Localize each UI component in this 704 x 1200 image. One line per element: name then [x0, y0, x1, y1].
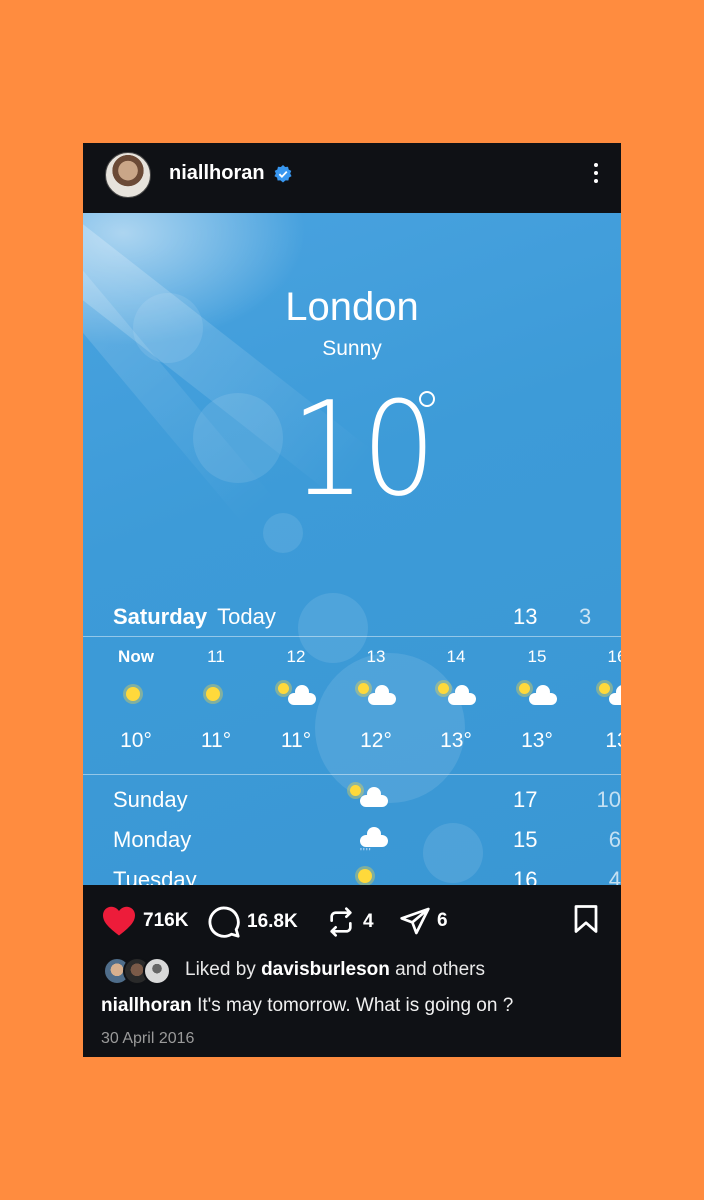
lens-flare	[193, 393, 283, 483]
hourly-item: 13 12°	[346, 647, 406, 753]
daily-low: 4	[608, 867, 621, 885]
rain-cloud-icon: ''''	[338, 823, 398, 859]
heart-icon	[103, 906, 135, 936]
day-name: Saturday	[113, 604, 208, 629]
more-options-icon[interactable]	[591, 160, 601, 190]
sun-icon	[186, 681, 246, 717]
verified-badge-icon	[274, 165, 292, 183]
username[interactable]: niallhoran	[169, 162, 265, 185]
hour-label: 16	[607, 647, 621, 666]
hourly-item: Now 10°	[106, 647, 166, 753]
daily-day: Monday	[113, 827, 192, 852]
divider	[83, 774, 621, 775]
today-summary: Saturday Today 13 3	[113, 604, 621, 630]
comment-button[interactable]: 16.8K	[207, 905, 298, 939]
partly-cloudy-icon	[587, 681, 621, 717]
hourly-item: 15 13°	[507, 647, 567, 753]
repost-button[interactable]: 4	[325, 905, 374, 939]
divider	[83, 636, 621, 637]
hour-temp: 13°	[521, 729, 553, 752]
hourly-item: 16 13	[587, 647, 621, 753]
post-date: 30 April 2016	[101, 1030, 195, 1047]
hour-temp: 13°	[440, 729, 472, 752]
weather-condition: Sunny	[322, 337, 382, 360]
current-temperature: 10	[290, 373, 436, 525]
low-temp: 3	[579, 604, 592, 629]
share-count: 6	[437, 910, 448, 931]
likes-summary[interactable]: Liked by davisburleson and others	[103, 957, 603, 985]
partly-cloudy-icon	[266, 681, 326, 717]
weather-screenshot: London Sunny 10 Saturday Today 13 3 Now 1…	[83, 213, 621, 885]
partly-cloudy-icon	[346, 681, 406, 717]
partly-cloudy-icon	[507, 681, 567, 717]
repost-icon	[330, 907, 352, 937]
sun-icon	[106, 681, 166, 717]
hourly-item: 12 11°	[266, 647, 326, 753]
avatar	[143, 957, 171, 985]
share-button[interactable]: 6	[399, 905, 448, 937]
today-label: Today	[217, 604, 276, 629]
comment-icon	[208, 906, 240, 938]
partly-cloudy-icon	[426, 681, 486, 717]
daily-high: 17	[513, 787, 538, 812]
hour-label: 11	[207, 647, 225, 666]
caption-username[interactable]: niallhoran	[101, 995, 192, 1016]
hourly-item: 14 13°	[426, 647, 486, 753]
post-header: niallhoran	[83, 143, 621, 213]
hourly-item: 11 11°	[186, 647, 246, 753]
liked-by-text: Liked by davisburleson and others	[185, 959, 485, 981]
hour-temp: 10°	[120, 729, 152, 752]
comment-count: 16.8K	[247, 911, 298, 932]
high-temp: 13	[513, 604, 538, 629]
city-name: London	[285, 285, 419, 329]
hour-temp: 13	[605, 729, 621, 752]
daily-high: 16	[513, 867, 538, 885]
daily-day: Tuesday	[113, 867, 197, 885]
lens-flare	[423, 823, 483, 883]
post-caption: niallhoran It's may tomorrow. What is go…	[101, 995, 513, 1017]
daily-day: Sunday	[113, 787, 188, 812]
caption-text: It's may tomorrow. What is going on ?	[197, 995, 514, 1016]
hour-label: 15	[527, 647, 547, 666]
hour-label: Now	[118, 647, 154, 666]
liked-by-label: Liked by	[185, 959, 256, 980]
daily-low: 6	[608, 827, 621, 852]
send-icon	[400, 907, 430, 935]
bookmark-icon[interactable]	[571, 903, 601, 935]
daily-high: 15	[513, 827, 538, 852]
hour-temp: 11°	[200, 729, 232, 752]
liked-by-user[interactable]: davisburleson	[261, 959, 390, 980]
like-count: 716K	[143, 910, 189, 931]
repost-count: 4	[363, 911, 374, 932]
hour-label: 12	[286, 647, 306, 666]
liked-by-suffix: and others	[395, 959, 485, 980]
action-bar: 716K 16.8K 4 6	[83, 885, 621, 955]
hour-temp: 11°	[280, 729, 312, 752]
sun-icon	[338, 863, 398, 885]
hour-label: 13	[366, 647, 386, 666]
like-button[interactable]: 716K	[101, 905, 188, 937]
hour-label: 14	[446, 647, 466, 666]
partly-cloudy-icon	[338, 783, 398, 819]
daily-low: 10	[596, 787, 621, 812]
instagram-post: niallhoran London Sunny 10 Saturday Today…	[83, 143, 621, 1057]
hour-temp: 12°	[360, 729, 392, 752]
avatar[interactable]	[105, 152, 151, 198]
degree-symbol	[419, 391, 435, 407]
